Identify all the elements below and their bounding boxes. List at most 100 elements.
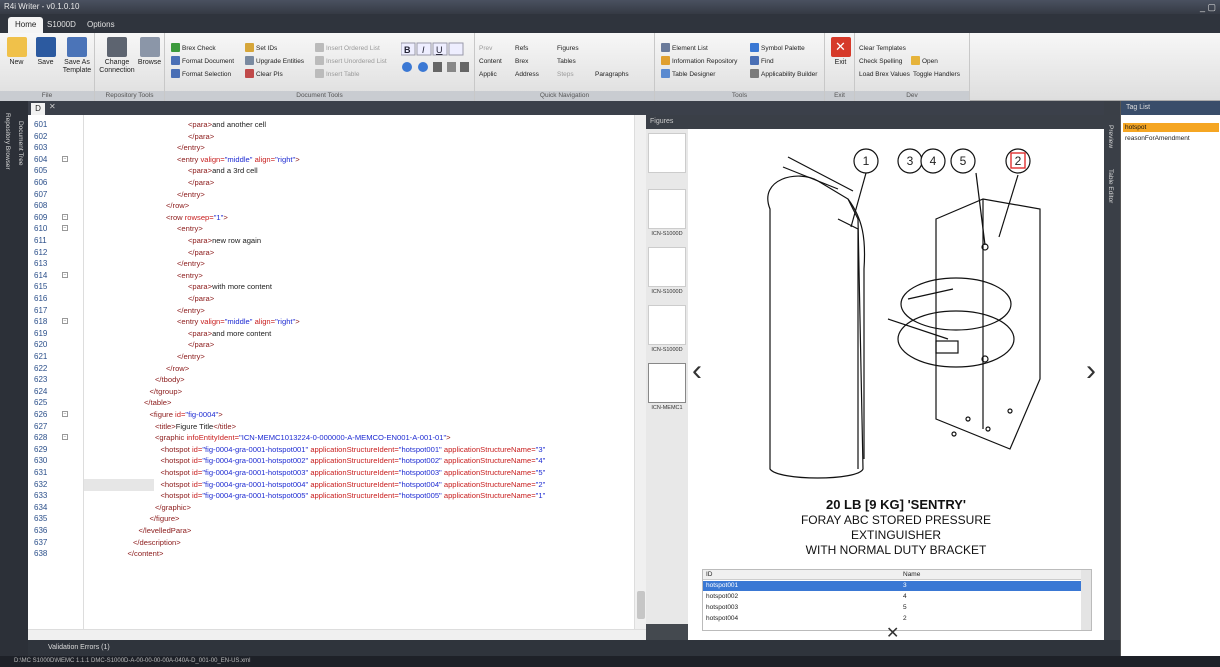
find-button[interactable]: Find [750, 56, 774, 67]
open-button[interactable]: Open [911, 56, 938, 67]
code-line[interactable]: </levelledPara> [139, 525, 192, 536]
upgrade-entities-button[interactable]: Upgrade Entities [245, 56, 304, 67]
window-controls[interactable]: _ ▢ [1200, 0, 1216, 14]
callout-label[interactable]: 4 [927, 154, 939, 168]
figure-thumbnail-selected[interactable] [648, 363, 686, 403]
code-line[interactable]: </description> [133, 537, 181, 548]
code-line[interactable]: </entry> [177, 189, 205, 200]
insert-table-button[interactable]: Insert Table [315, 69, 359, 80]
new-button[interactable]: New [2, 37, 31, 67]
callout-label[interactable]: 1 [860, 154, 872, 168]
code-line[interactable]: <para>and a 3rd cell [188, 165, 258, 176]
fold-toggle-icon[interactable]: − [62, 225, 68, 232]
nav-prev[interactable]: Prev [479, 43, 492, 54]
nav-steps[interactable]: Steps [557, 69, 574, 80]
code-line[interactable]: <hotspot id="fig-0004-gra-0001-hotspot00… [161, 444, 546, 455]
callout-label[interactable]: 5 [957, 154, 969, 168]
table-row[interactable]: hotspot002 4 [703, 592, 1081, 602]
code-line[interactable]: <entry valign="middle" align="right"> [177, 154, 300, 165]
code-line[interactable]: </para> [188, 247, 214, 258]
symbol-palette-button[interactable]: Symbol Palette [750, 43, 805, 54]
code-line[interactable]: <para>and another cell [188, 119, 266, 130]
code-line[interactable]: </para> [188, 339, 214, 350]
set-ids-button[interactable]: Set IDs [245, 43, 277, 54]
check-spelling-button[interactable]: Check Spelling [859, 56, 902, 67]
col-id-header[interactable]: ID [706, 570, 713, 580]
fold-toggle-icon[interactable]: − [62, 434, 68, 441]
fold-toggle-icon[interactable]: − [62, 271, 68, 278]
nav-address[interactable]: Address [515, 69, 539, 80]
fold-toggle-icon[interactable]: − [62, 155, 68, 162]
tab-repository-browser[interactable]: Repository Browser [4, 113, 11, 170]
tab-document-tree[interactable]: Document Tree [17, 121, 24, 165]
editor-vertical-scrollbar[interactable] [634, 115, 646, 629]
code-line[interactable]: </row> [166, 363, 189, 374]
code-area[interactable]: <para>and another cell </para> </entry> <en… [84, 115, 634, 629]
nav-content[interactable]: Content [479, 56, 502, 67]
code-line[interactable]: </entry> [177, 305, 205, 316]
insert-unordered-list-button[interactable]: Insert Unordered List [315, 56, 387, 67]
callout-label[interactable]: 2 [1012, 154, 1024, 168]
code-line[interactable]: <entry> [177, 223, 203, 234]
figure-thumbnails[interactable]: ICN-S1000D ICN-S1000D ICN-S1000D ICN-MEM… [646, 129, 688, 624]
code-line[interactable]: <hotspot id="fig-0004-gra-0001-hotspot00… [161, 490, 546, 501]
code-line[interactable]: <entry> [177, 270, 203, 281]
toggle-handlers-button[interactable]: Toggle Handlers [913, 69, 960, 80]
code-line[interactable]: <entry valign="middle" align="right"> [177, 316, 300, 327]
nav-applic[interactable]: Applic [479, 69, 497, 80]
prev-figure-arrow[interactable]: ‹ [692, 354, 702, 388]
tab-s1000d[interactable]: S1000D [40, 17, 83, 33]
col-name-header[interactable]: Name [903, 570, 920, 580]
code-line[interactable]: </para> [188, 131, 214, 142]
exit-button[interactable]: ✕ Exit [826, 37, 855, 67]
code-line[interactable]: </entry> [177, 258, 205, 269]
tag-item-selected[interactable]: hotspot [1123, 123, 1219, 132]
table-row-selected[interactable]: hotspot001 3 [703, 581, 1081, 591]
applicability-builder-button[interactable]: Applicability Builder [750, 69, 817, 80]
fold-toggle-icon[interactable]: − [62, 411, 68, 417]
code-line[interactable]: <title>Figure Title</title> [155, 421, 236, 432]
nav-refs[interactable]: Refs [515, 43, 528, 54]
xml-editor[interactable]: D ✕ 601 602 603 604 − 605 606 607 608 609 − 610 − 611… [28, 101, 646, 656]
code-line[interactable]: <graphic infoEntityIdent="ICN-MEMC101322… [155, 432, 451, 443]
format-selection-button[interactable]: Format Selection [171, 69, 231, 80]
code-line[interactable]: </entry> [177, 142, 205, 153]
nav-brex[interactable]: Brex [515, 56, 528, 67]
code-line[interactable]: </tgroup> [150, 386, 183, 397]
save-as-template-button[interactable]: Save As Template [60, 37, 94, 75]
figure-thumbnail[interactable] [648, 247, 686, 287]
format-document-button[interactable]: Format Document [171, 56, 234, 67]
figure-thumbnail[interactable] [648, 133, 686, 173]
code-line[interactable]: </entry> [177, 351, 205, 362]
tab-options[interactable]: Options [80, 17, 122, 33]
clear-pis-button[interactable]: Clear PIs [245, 69, 283, 80]
tab-table-editor[interactable]: Table Editor [1107, 169, 1114, 203]
code-line[interactable]: <hotspot id="fig-0004-gra-0001-hotspot00… [161, 455, 546, 466]
change-connection-button[interactable]: Change Connection [99, 37, 135, 75]
code-line[interactable]: <row rowsep="1"> [166, 212, 228, 223]
tab-preview[interactable]: Preview [1107, 125, 1114, 148]
code-line[interactable]: </para> [188, 293, 214, 304]
code-line[interactable]: <para>and more content [188, 328, 271, 339]
scroll-thumb[interactable] [637, 591, 645, 619]
validation-errors-bar[interactable]: Validation Errors (1) [28, 640, 1120, 656]
load-brex-values-button[interactable]: Load Brex Values [859, 69, 910, 80]
insert-ordered-list-button[interactable]: Insert Ordered List [315, 43, 380, 54]
information-repository-button[interactable]: Information Repository [661, 56, 737, 67]
code-line[interactable]: </figure> [150, 513, 180, 524]
callout-label[interactable]: 3 [904, 154, 916, 168]
tag-item[interactable]: reasonForAmendment [1123, 134, 1219, 143]
figure-thumbnail[interactable] [648, 305, 686, 345]
code-line[interactable]: </graphic> [155, 502, 191, 513]
nav-paragraphs[interactable]: Paragraphs [595, 69, 629, 80]
browse-button[interactable]: Browse [135, 37, 164, 67]
code-line[interactable]: </para> [188, 177, 214, 188]
code-line[interactable]: <para>with more content [188, 281, 272, 292]
code-line[interactable]: <hotspot id="fig-0004-gra-0001-hotspot00… [161, 467, 546, 478]
table-scrollbar[interactable] [1081, 570, 1091, 630]
brex-check-button[interactable]: Brex Check [171, 43, 216, 54]
clear-templates-button[interactable]: Clear Templates [859, 43, 906, 54]
next-figure-arrow[interactable]: › [1086, 354, 1096, 388]
figure-viewer[interactable]: 1 3 4 5 2 ‹ › 20 LB [9 KG] 'SENTRY' FORA… [688, 129, 1104, 642]
code-line[interactable]: </table> [144, 397, 171, 408]
